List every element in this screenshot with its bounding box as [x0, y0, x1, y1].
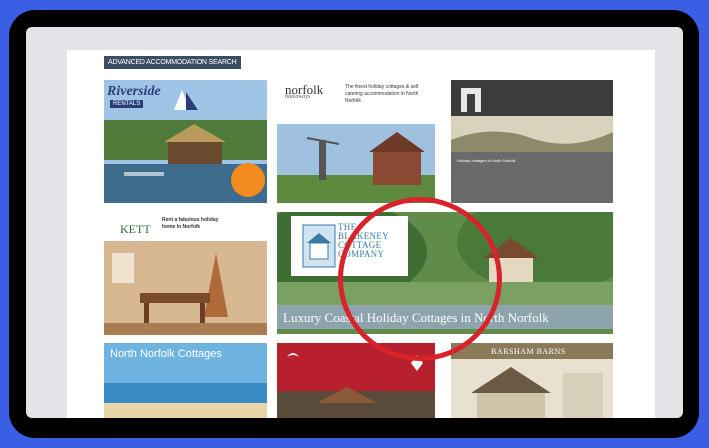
norfolk-hideaways-tagline: The finest holiday cottages & self cater…: [345, 84, 419, 104]
tile-barsham-barns[interactable]: BARSHAM BARNS: [451, 343, 613, 418]
browser-screen: ADVANCED ACCOMMODATION SEARCH Riverside …: [26, 27, 683, 418]
coastal-cottages-text: Holiday cottages in North Norfolk: [457, 158, 516, 163]
riverside-logo: Riverside: [107, 84, 161, 99]
kett-tagline: Rent a fabulous holiday home in Norfolk: [162, 217, 219, 230]
tile-norfolk-hideaways[interactable]: norfolk hideaways The finest holiday cot…: [277, 80, 435, 203]
coastal-dunes-photo: [451, 80, 613, 203]
norfolk-hideaways-sub: hideaways: [285, 94, 311, 100]
tile-coastal-cottages[interactable]: Holiday cottages in North Norfolk: [451, 80, 613, 203]
highlight-circle: [338, 197, 502, 361]
north-norfolk-cottages-title: North Norfolk Cottages: [110, 348, 222, 360]
riverside-sub: RENTALS: [110, 100, 144, 108]
tile-riverside-rentals[interactable]: Riverside RENTALS: [104, 80, 267, 203]
barsham-barns-title: BARSHAM BARNS: [491, 347, 566, 356]
tile-kett[interactable]: KETT Rent a fabulous holiday home in Nor…: [104, 213, 267, 335]
cottage-logo-icon: [302, 224, 336, 268]
device-frame: ADVANCED ACCOMMODATION SEARCH Riverside …: [9, 10, 699, 438]
kett-logo: KETT: [120, 222, 151, 236]
section-heading: ADVANCED ACCOMMODATION SEARCH: [104, 56, 241, 69]
tile-north-norfolk-cottages[interactable]: North Norfolk Cottages: [104, 343, 267, 418]
